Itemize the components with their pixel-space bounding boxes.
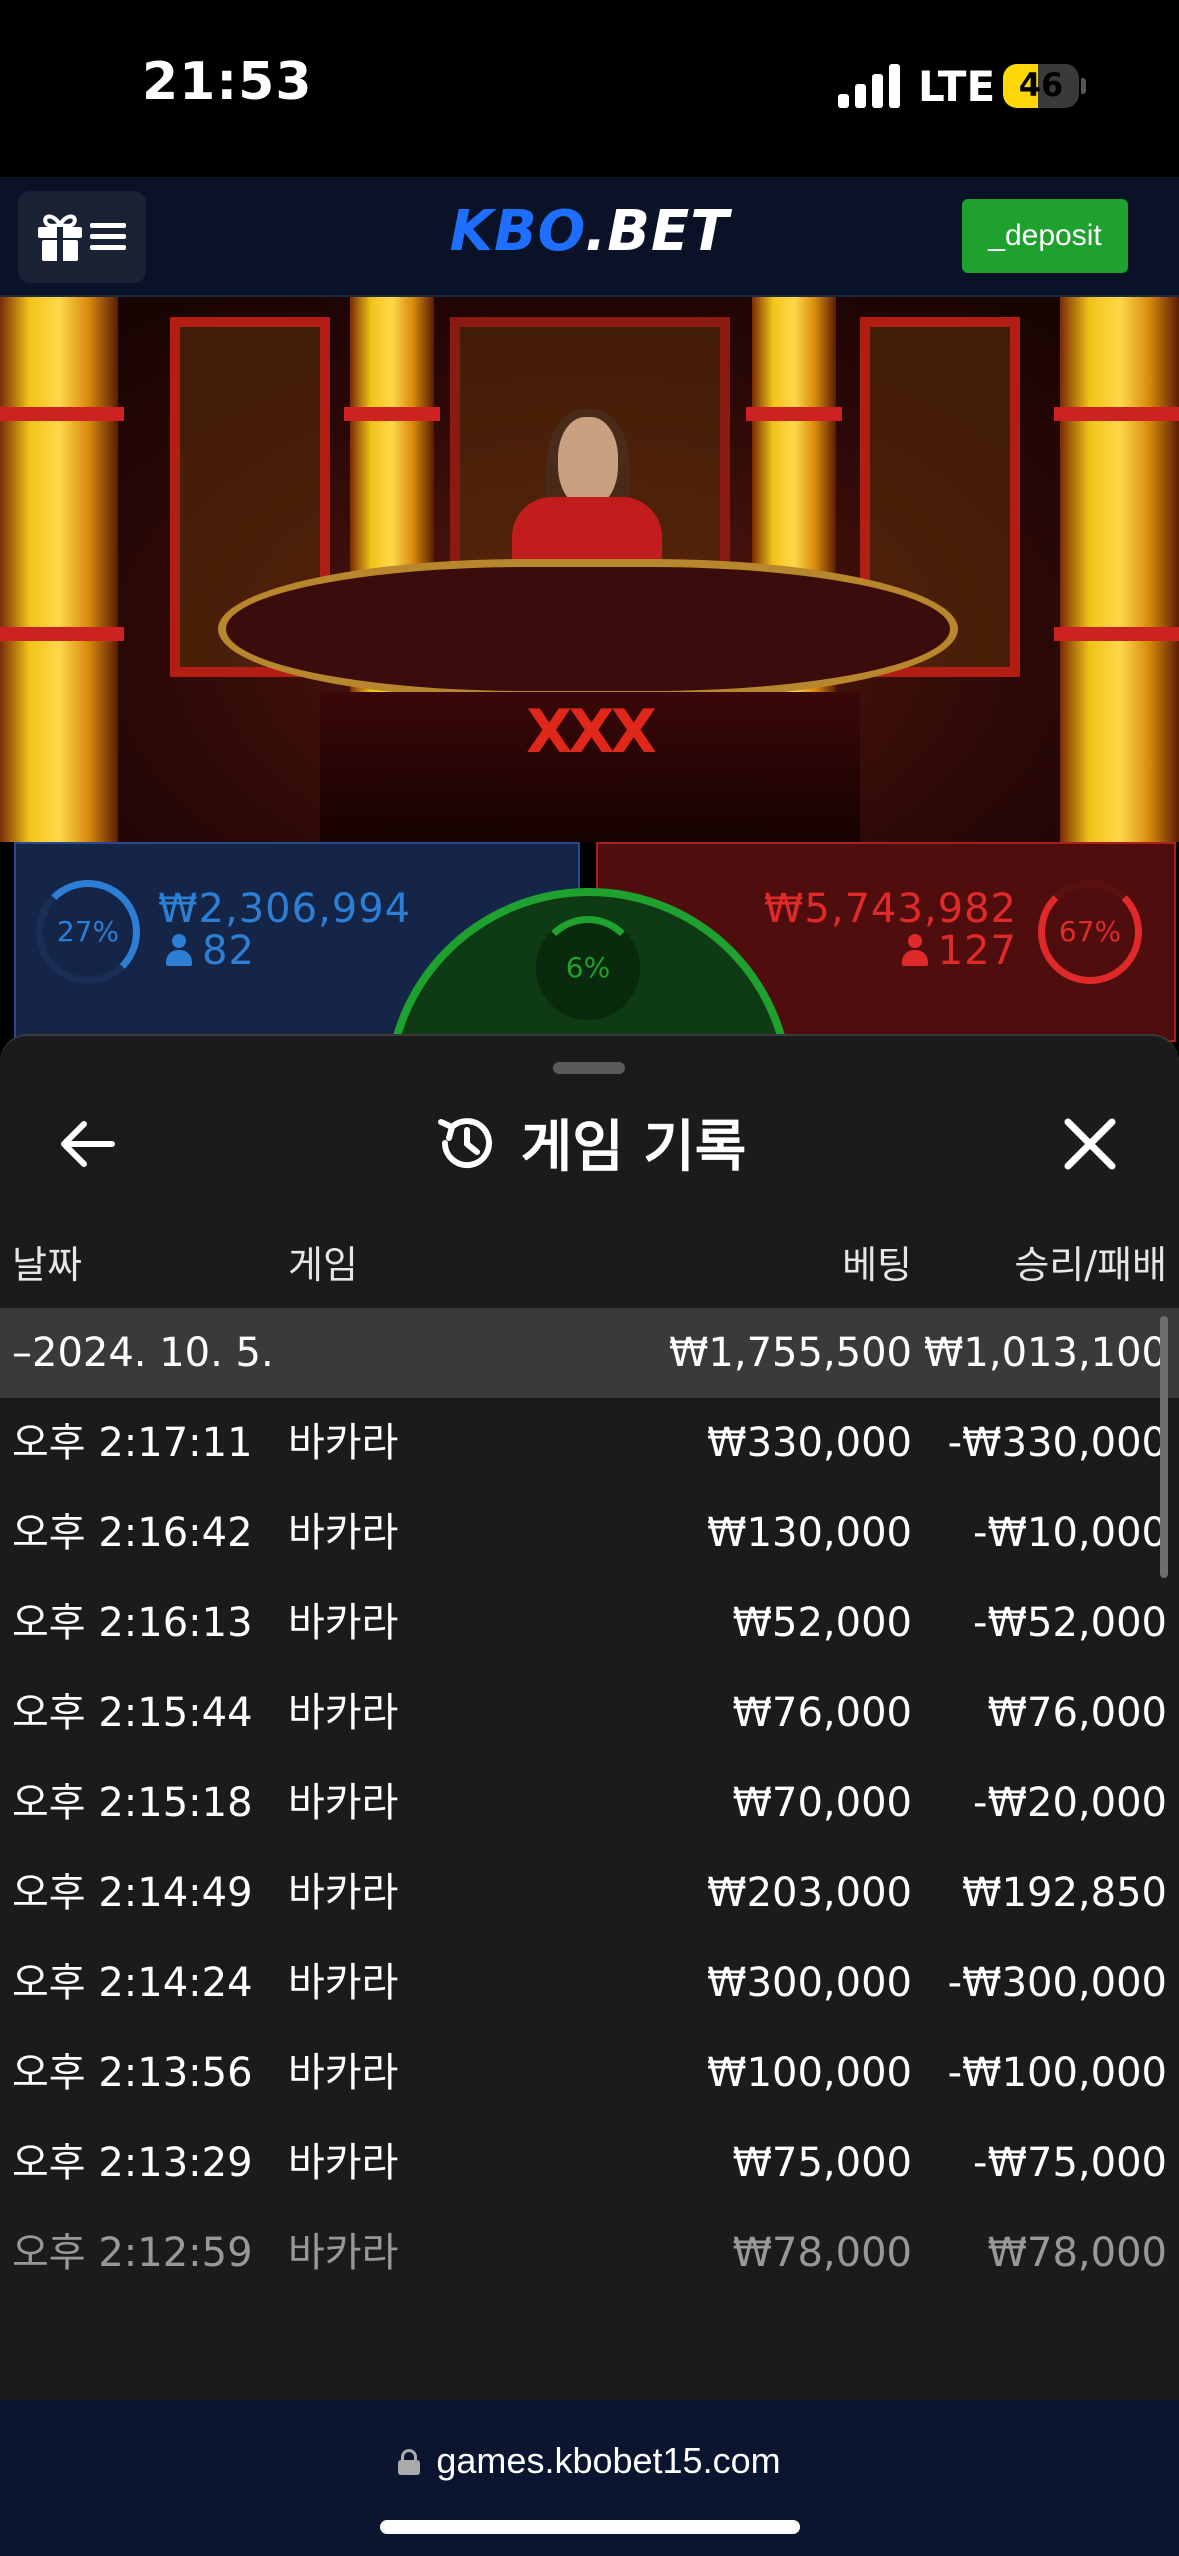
row-time: 오후 2:15:44 bbox=[12, 1690, 253, 1736]
table-row[interactable]: 오후 2:13:56 바카라 ₩100,000 -₩100,000 bbox=[0, 2028, 1179, 2118]
url-display[interactable]: games.kbobet15.com bbox=[0, 2440, 1179, 2482]
row-result: ₩192,850 bbox=[962, 1870, 1167, 1916]
player-percent: 27% bbox=[56, 915, 120, 948]
battery-level: 46 bbox=[1018, 66, 1064, 104]
row-bet: ₩70,000 bbox=[732, 1780, 912, 1826]
table-row[interactable]: 오후 2:16:42 바카라 ₩130,000 -₩10,000 bbox=[0, 1488, 1179, 1578]
banker-amount: ₩5,743,982 bbox=[763, 886, 1017, 932]
row-bet: ₩100,000 bbox=[707, 2050, 912, 2096]
person-icon bbox=[901, 934, 928, 966]
row-bet: ₩330,000 bbox=[707, 1420, 912, 1466]
group-bet-total: ₩1,755,500 bbox=[668, 1330, 912, 1376]
row-game: 바카라 bbox=[288, 1420, 399, 1466]
table-row[interactable]: 오후 2:13:29 바카라 ₩75,000 -₩75,000 bbox=[0, 2118, 1179, 2208]
table-row[interactable]: 오후 2:16:13 바카라 ₩52,000 -₩52,000 bbox=[0, 1578, 1179, 1668]
sheet-grabber[interactable] bbox=[553, 1062, 625, 1074]
url-text: games.kbobet15.com bbox=[436, 2440, 781, 2481]
status-bar: 21:53 LTE 46 bbox=[0, 0, 1179, 177]
row-result: -₩10,000 bbox=[973, 1510, 1167, 1556]
row-game: 바카라 bbox=[288, 1960, 399, 2006]
player-count: 82 bbox=[166, 928, 255, 974]
row-result: -₩52,000 bbox=[973, 1600, 1167, 1646]
history-icon bbox=[437, 1117, 492, 1168]
row-bet: ₩130,000 bbox=[707, 1510, 912, 1556]
tie-percent: 6% bbox=[565, 951, 611, 984]
row-result: -₩100,000 bbox=[947, 2050, 1167, 2096]
row-game: 바카라 bbox=[288, 2050, 399, 2096]
row-bet: ₩203,000 bbox=[707, 1870, 912, 1916]
logo-bet: .BET bbox=[585, 199, 730, 264]
row-game: 바카라 bbox=[288, 1510, 399, 1556]
row-result: ₩78,000 bbox=[987, 2230, 1167, 2276]
row-result: -₩20,000 bbox=[973, 1780, 1167, 1826]
person-icon bbox=[166, 934, 192, 966]
row-result: ₩76,000 bbox=[987, 1690, 1167, 1736]
browser-url-bar[interactable]: games.kbobet15.com bbox=[0, 2400, 1179, 2556]
table-row[interactable]: 오후 2:17:11 바카라 ₩330,000 -₩330,000 bbox=[0, 1398, 1179, 1488]
row-time: 오후 2:14:24 bbox=[12, 1960, 253, 2006]
table-row[interactable]: 오후 2:14:49 바카라 ₩203,000 ₩192,850 bbox=[0, 1848, 1179, 1938]
date-group-row[interactable]: –2024. 10. 5. ₩1,755,500 ₩1,013,100 bbox=[0, 1308, 1179, 1398]
game-history-sheet: 게임 기록 날짜 게임 베팅 승리/패배 –2024. 10. 5. ₩1,75… bbox=[0, 1034, 1179, 2400]
row-result: -₩330,000 bbox=[947, 1420, 1167, 1466]
row-bet: ₩300,000 bbox=[707, 1960, 912, 2006]
row-time: 오후 2:17:11 bbox=[12, 1420, 253, 1466]
scrollbar[interactable] bbox=[1160, 1316, 1168, 1578]
group-date: –2024. 10. 5. bbox=[12, 1330, 274, 1376]
history-table: –2024. 10. 5. ₩1,755,500 ₩1,013,100 오후 2… bbox=[0, 1308, 1179, 2298]
banker-count: 127 bbox=[901, 928, 1017, 974]
row-time: 오후 2:13:56 bbox=[12, 2050, 253, 2096]
row-time: 오후 2:12:59 bbox=[12, 2230, 253, 2276]
table-logo: XXX bbox=[526, 697, 657, 767]
row-game: 바카라 bbox=[288, 1690, 399, 1736]
top-bar: KBO.BET _deposit bbox=[0, 177, 1179, 297]
live-video: XXX bbox=[0, 297, 1179, 842]
table-row[interactable]: 오후 2:15:44 바카라 ₩76,000 ₩76,000 bbox=[0, 1668, 1179, 1758]
row-time: 오후 2:16:42 bbox=[12, 1510, 253, 1556]
deposit-button[interactable]: _deposit bbox=[962, 199, 1128, 273]
row-result: -₩300,000 bbox=[947, 1960, 1167, 2006]
row-bet: ₩76,000 bbox=[732, 1690, 912, 1736]
home-indicator[interactable] bbox=[380, 2520, 800, 2534]
network-label: LTE bbox=[918, 62, 996, 111]
table-row[interactable]: 오후 2:12:59 바카라 ₩78,000 ₩78,000 bbox=[0, 2208, 1179, 2298]
sheet-header: 게임 기록 bbox=[0, 1102, 1179, 1183]
lock-icon bbox=[398, 2449, 421, 2475]
row-game: 바카라 bbox=[288, 2230, 399, 2276]
signal-icon bbox=[838, 64, 900, 108]
row-time: 오후 2:14:49 bbox=[12, 1870, 253, 1916]
close-icon[interactable] bbox=[1050, 1106, 1130, 1182]
row-time: 오후 2:15:18 bbox=[12, 1780, 253, 1826]
row-game: 바카라 bbox=[288, 2140, 399, 2186]
column-bet: 베팅 bbox=[842, 1243, 912, 1287]
table-row[interactable]: 오후 2:14:24 바카라 ₩300,000 -₩300,000 bbox=[0, 1938, 1179, 2028]
row-bet: ₩75,000 bbox=[732, 2140, 912, 2186]
column-game: 게임 bbox=[288, 1243, 358, 1287]
status-time: 21:53 bbox=[142, 52, 313, 112]
row-time: 오후 2:13:29 bbox=[12, 2140, 253, 2186]
sheet-title: 게임 기록 bbox=[520, 1115, 747, 1180]
row-bet: ₩78,000 bbox=[732, 2230, 912, 2276]
baccarat-table bbox=[218, 559, 958, 699]
row-game: 바카라 bbox=[288, 1600, 399, 1646]
row-bet: ₩52,000 bbox=[732, 1600, 912, 1646]
banker-percent: 67% bbox=[1058, 915, 1122, 948]
column-result: 승리/패배 bbox=[1014, 1243, 1167, 1287]
row-result: -₩75,000 bbox=[973, 2140, 1167, 2186]
logo-kbo: KBO bbox=[449, 199, 586, 264]
row-game: 바카라 bbox=[288, 1870, 399, 1916]
column-date: 날짜 bbox=[12, 1243, 82, 1287]
battery-icon: 46 bbox=[1003, 64, 1079, 108]
row-game: 바카라 bbox=[288, 1780, 399, 1826]
row-time: 오후 2:16:13 bbox=[12, 1600, 253, 1646]
table-row[interactable]: 오후 2:15:18 바카라 ₩70,000 -₩20,000 bbox=[0, 1758, 1179, 1848]
player-amount: ₩2,306,994 bbox=[158, 886, 412, 932]
group-result-total: ₩1,013,100 bbox=[923, 1330, 1167, 1376]
